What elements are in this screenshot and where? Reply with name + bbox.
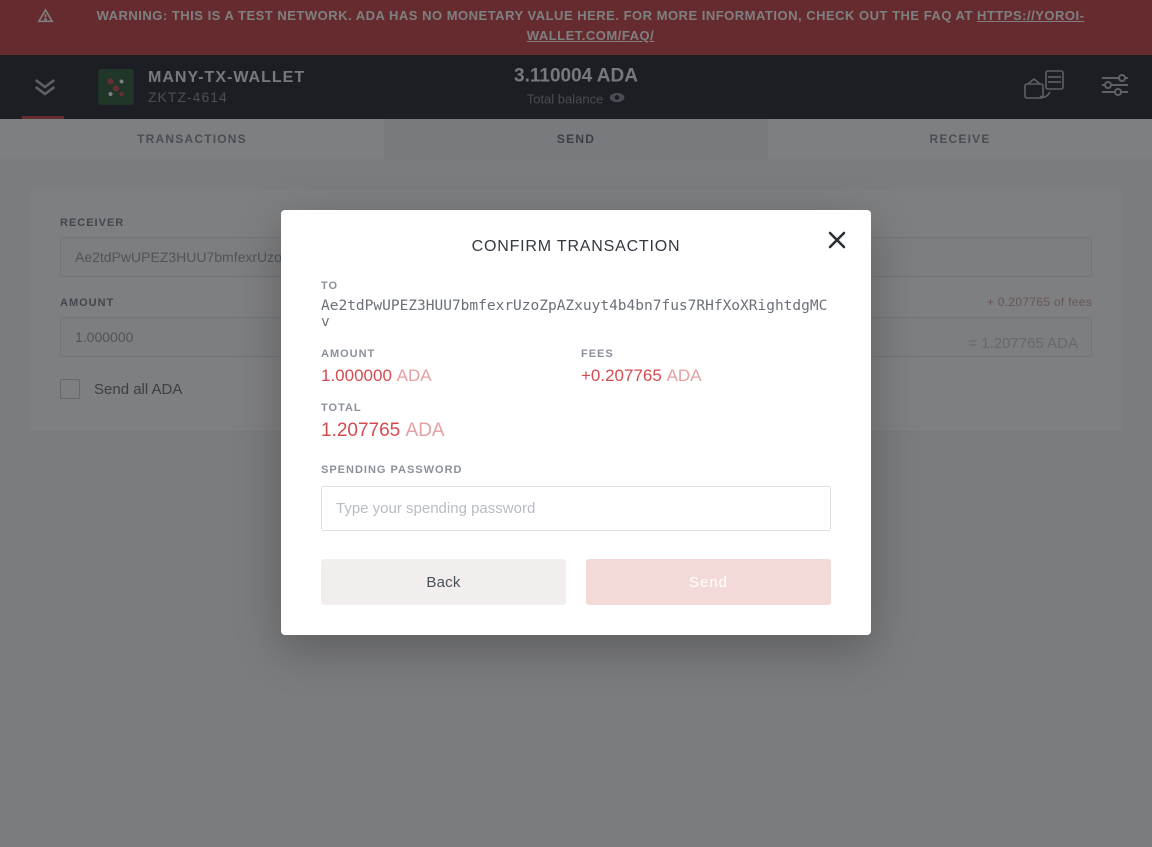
spending-password-label: SPENDING PASSWORD <box>321 464 831 476</box>
to-address: Ae2tdPwUPEZ3HUU7bmfexrUzoZpAZxuyt4b4bn7f… <box>321 298 831 330</box>
confirm-transaction-modal: CONFIRM TRANSACTION TO Ae2tdPwUPEZ3HUU7b… <box>281 210 871 635</box>
send-button[interactable]: Send <box>586 559 831 605</box>
modal-fees-value: +0.207765 ADA <box>581 366 831 386</box>
modal-total-value: 1.207765 ADA <box>321 420 831 442</box>
modal-overlay: CONFIRM TRANSACTION TO Ae2tdPwUPEZ3HUU7b… <box>0 0 1152 847</box>
back-button[interactable]: Back <box>321 559 566 605</box>
close-icon[interactable] <box>827 230 847 255</box>
spending-password-input[interactable] <box>321 486 831 531</box>
modal-amount-value: 1.000000 ADA <box>321 366 571 386</box>
modal-total-label: TOTAL <box>321 402 831 414</box>
modal-fees-label: FEES <box>581 348 831 360</box>
to-label: TO <box>321 280 831 292</box>
modal-amount-label: AMOUNT <box>321 348 571 360</box>
modal-title: CONFIRM TRANSACTION <box>311 238 841 256</box>
